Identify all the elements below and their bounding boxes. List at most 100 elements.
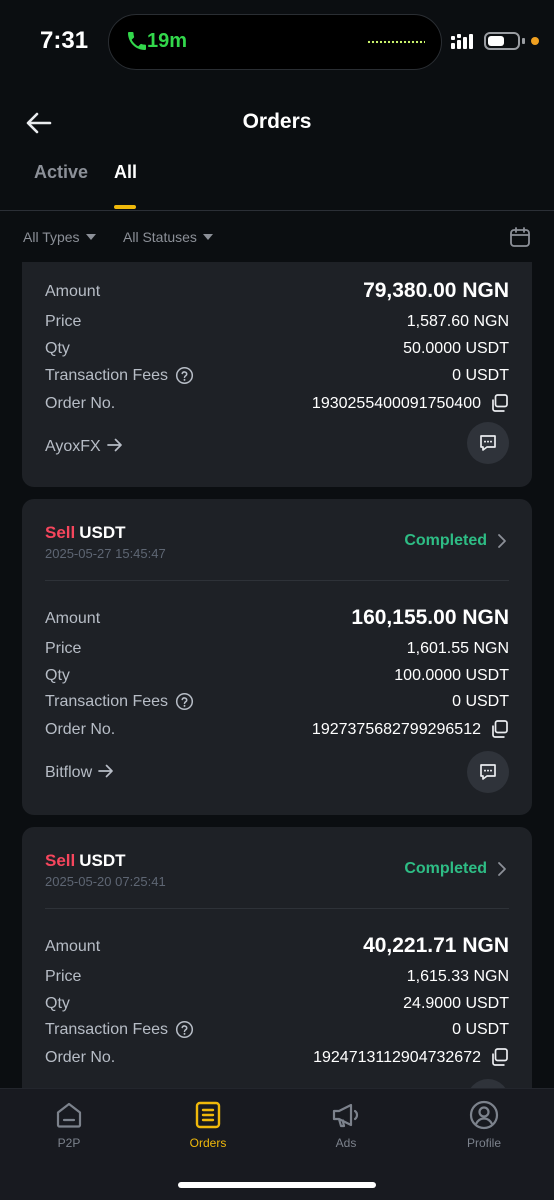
- arrow-right-icon: [98, 764, 113, 778]
- copy-icon[interactable]: [489, 393, 509, 413]
- amount-row: Amount 79,380.00 NGN: [45, 279, 509, 309]
- price-row: Price 1,615.33 NGN: [45, 968, 509, 994]
- privacy-dot: [531, 37, 539, 45]
- nav-item-p2p[interactable]: P2P: [29, 1099, 109, 1159]
- order-header: Sell USDT 2025-05-20 07:25:41 Completed: [45, 851, 509, 911]
- profile-icon: [469, 1100, 499, 1130]
- order-date: 2025-05-27 15:45:47: [45, 546, 166, 561]
- copy-icon[interactable]: [489, 719, 509, 739]
- order-header: Sell USDT 2025-05-27 15:45:47 Completed: [45, 523, 509, 583]
- filter-status-dropdown[interactable]: All Statuses: [123, 229, 213, 245]
- price-row: Price 1,587.60 NGN: [45, 313, 509, 339]
- chat-button[interactable]: [467, 1079, 509, 1088]
- arrow-right-icon: [106, 438, 122, 452]
- amount-value: 79,380.00 NGN: [363, 279, 509, 302]
- qty-value: 50.0000 USDT: [403, 340, 509, 357]
- nav-label-p2p: P2P: [57, 1136, 81, 1150]
- p2p-icon: [56, 1102, 82, 1128]
- order-no-row: Order No. 1927375682799296512: [45, 719, 509, 747]
- fees-row: Transaction Fees 0 USDT: [45, 692, 509, 719]
- signal-icon: [451, 34, 473, 49]
- fees-value: 0 USDT: [452, 367, 509, 384]
- price-value: 1,587.60 NGN: [406, 313, 509, 330]
- caret-down-icon: [85, 234, 96, 240]
- fees-label: Transaction Fees: [45, 693, 169, 710]
- fees-value: 0 USDT: [452, 1021, 509, 1038]
- home-indicator[interactable]: [178, 1182, 376, 1188]
- qty-label: Qty: [45, 667, 70, 684]
- order-no-value: 1924713112904732672: [313, 1049, 481, 1066]
- amount-value: 160,155.00 NGN: [351, 606, 509, 629]
- fees-label: Transaction Fees: [45, 1021, 169, 1038]
- calendar-icon[interactable]: [509, 226, 531, 248]
- card-divider: [45, 580, 509, 581]
- chat-button[interactable]: [467, 751, 509, 793]
- order-asset: USDT: [79, 523, 126, 542]
- dynamic-island[interactable]: 19m: [108, 14, 442, 70]
- battery-cap: [522, 38, 525, 44]
- nav-label-orders: Orders: [189, 1136, 227, 1150]
- order-no-label: Order No.: [45, 395, 116, 412]
- status-bar: 7:31 19m: [0, 0, 554, 86]
- order-no-label: Order No.: [45, 721, 116, 738]
- nav-item-orders[interactable]: Orders: [168, 1099, 248, 1159]
- fees-row: Transaction Fees 0 USDT: [45, 1020, 509, 1047]
- order-asset: USDT: [79, 851, 126, 870]
- price-label: Price: [45, 640, 82, 657]
- price-label: Price: [45, 968, 82, 985]
- tab-all[interactable]: All: [114, 162, 137, 183]
- qty-label: Qty: [45, 340, 70, 357]
- amount-label: Amount: [45, 283, 101, 300]
- copy-icon[interactable]: [489, 1047, 509, 1067]
- order-card[interactable]: Sell USDT 2025-05-27 15:45:47 Completed A…: [22, 499, 532, 815]
- qty-row: Qty 100.0000 USDT: [45, 667, 509, 693]
- filter-types-dropdown[interactable]: All Types: [23, 229, 96, 245]
- orders-list[interactable]: Amount 79,380.00 NGN Price 1,587.60 NGN …: [0, 262, 554, 1088]
- qty-row: Qty 50.0000 USDT: [45, 340, 509, 366]
- status-time: 7:31: [40, 27, 89, 54]
- page-title: Orders: [242, 110, 312, 133]
- order-side: Sell: [45, 523, 76, 542]
- merchant-name: AyoxFX: [45, 438, 101, 455]
- amount-row: Amount 160,155.00 NGN: [45, 606, 509, 636]
- filter-types-label: All Types: [23, 229, 80, 245]
- order-no-row: Order No. 1930255400091750400: [45, 393, 509, 421]
- chevron-right-icon[interactable]: [495, 532, 509, 550]
- fees-value: 0 USDT: [452, 693, 509, 710]
- header-divider: [0, 210, 554, 211]
- merchant-link[interactable]: Bitflow: [45, 764, 114, 782]
- order-date: 2025-05-20 07:25:41: [45, 874, 166, 889]
- nav-item-ads[interactable]: Ads: [306, 1099, 386, 1159]
- help-icon[interactable]: [175, 1020, 194, 1039]
- order-no-value: 1927375682799296512: [311, 721, 481, 738]
- order-side: Sell: [45, 851, 76, 870]
- order-status[interactable]: Completed: [404, 860, 487, 878]
- order-card[interactable]: Amount 79,380.00 NGN Price 1,587.60 NGN …: [22, 262, 532, 487]
- card-divider: [45, 908, 509, 909]
- caret-down-icon: [202, 234, 213, 240]
- chevron-right-icon[interactable]: [495, 860, 509, 878]
- phone-icon: [128, 32, 146, 50]
- filter-status-label: All Statuses: [123, 229, 197, 245]
- qty-value: 100.0000 USDT: [394, 667, 509, 684]
- help-icon[interactable]: [175, 366, 194, 385]
- merchant-link[interactable]: AyoxFX: [45, 438, 123, 456]
- amount-label: Amount: [45, 938, 101, 955]
- help-icon[interactable]: [175, 692, 194, 711]
- price-value: 1,601.55 NGN: [406, 640, 509, 657]
- nav-label-profile: Profile: [466, 1136, 501, 1150]
- merchant-name: Bitflow: [45, 764, 93, 781]
- amount-label: Amount: [45, 610, 101, 627]
- order-no-row: Order No. 1924713112904732672: [45, 1047, 509, 1075]
- order-card[interactable]: Sell USDT 2025-05-20 07:25:41 Completed A…: [22, 827, 532, 1088]
- tab-underline: [114, 205, 136, 209]
- tab-active[interactable]: Active: [34, 162, 88, 183]
- call-timer: 19m: [147, 30, 188, 52]
- qty-value: 24.9000 USDT: [403, 995, 509, 1012]
- chat-button[interactable]: [467, 422, 509, 464]
- amount-row: Amount 40,221.71 NGN: [45, 934, 509, 964]
- nav-item-profile[interactable]: Profile: [444, 1099, 524, 1159]
- chat-icon: [480, 764, 496, 780]
- qty-label: Qty: [45, 995, 70, 1012]
- order-status[interactable]: Completed: [404, 532, 487, 550]
